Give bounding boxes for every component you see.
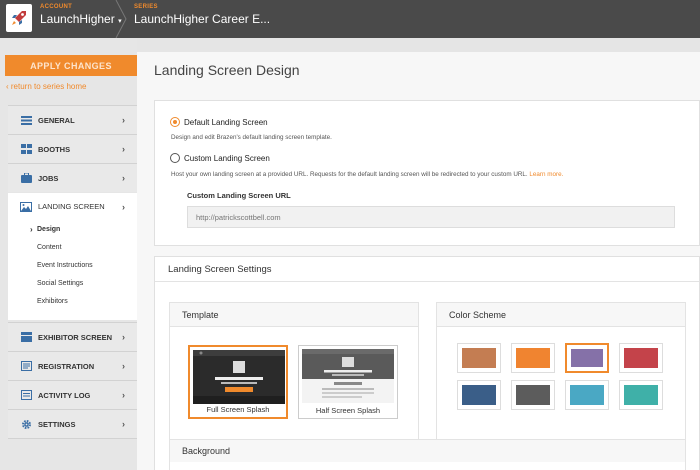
chevron-right-icon: › — [122, 201, 125, 212]
settings-heading: Landing Screen Settings — [168, 264, 272, 275]
chevron-right-icon: › — [122, 332, 125, 342]
sidebar-item-booths[interactable]: BOOTHS › — [8, 134, 137, 163]
chevron-right-icon: › — [122, 419, 125, 429]
sidebar-item-landing-screen[interactable]: LANDING SCREEN › — [8, 193, 137, 220]
color-swatch[interactable] — [619, 380, 663, 410]
default-landing-radio[interactable] — [170, 117, 180, 127]
subnav-exhibitors[interactable]: Exhibitors — [37, 298, 68, 305]
custom-landing-label: Custom Landing Screen — [184, 153, 270, 163]
background-panel: Background — [169, 439, 686, 470]
top-bar: ACCOUNT LaunchHigher ▾ SERIES LaunchHigh… — [0, 0, 700, 38]
exhibitor-icon — [20, 332, 32, 342]
series-breadcrumb[interactable]: SERIES LaunchHigher Career E... — [134, 4, 270, 26]
color-swatch-fill — [462, 348, 496, 368]
color-scheme-heading: Color Scheme — [437, 303, 685, 327]
landing-screen-icon — [20, 201, 32, 212]
color-swatch-fill — [624, 385, 658, 405]
apply-changes-button[interactable]: APPLY CHANGES — [5, 55, 137, 76]
sidebar-item-label: BOOTHS — [38, 144, 71, 154]
gear-icon — [20, 419, 32, 429]
account-name: LaunchHigher — [40, 12, 115, 26]
landing-type-card: Default Landing Screen Design and edit B… — [154, 100, 700, 246]
template-label: Full Screen Splash — [206, 405, 270, 414]
sidebar-item-activity-log[interactable]: ACTIVITY LOG › — [8, 380, 137, 409]
subnav-event-instructions[interactable]: Event Instructions — [37, 262, 93, 269]
default-landing-option[interactable]: Default Landing Screen — [170, 117, 268, 127]
sidebar-item-label: ACTIVITY LOG — [38, 390, 91, 400]
template-panel: Template Full Screen Splash Half Screen … — [169, 302, 419, 442]
sidebar-item-general[interactable]: GENERAL › — [8, 105, 137, 134]
sidebar-item-exhibitor-screen[interactable]: EXHIBITOR SCREEN › — [8, 322, 137, 351]
color-swatch-fill — [570, 385, 604, 405]
color-swatch[interactable] — [565, 343, 609, 373]
account-label: ACCOUNT — [40, 4, 73, 10]
color-swatch-fill — [571, 349, 603, 367]
chevron-right-icon: › — [122, 361, 125, 371]
custom-landing-desc-text: Host your own landing screen at a provid… — [171, 171, 528, 178]
template-heading: Template — [170, 303, 418, 327]
color-swatch-fill — [516, 348, 550, 368]
template-full-screen-splash[interactable]: Full Screen Splash — [188, 345, 288, 419]
return-to-series-link[interactable]: ‹ return to series home — [6, 82, 86, 91]
background-heading: Background — [170, 440, 685, 462]
page-title: Landing Screen Design — [154, 62, 300, 78]
color-swatch-fill — [624, 348, 658, 368]
activity-log-icon — [20, 390, 32, 400]
sidebar-item-label: EXHIBITOR SCREEN — [38, 332, 113, 342]
account-selector[interactable]: ACCOUNT LaunchHigher ▾ — [40, 4, 122, 26]
learn-more-link[interactable]: Learn more. — [529, 171, 563, 178]
chevron-right-icon: › — [122, 390, 125, 400]
sidebar-item-registration[interactable]: REGISTRATION › — [8, 351, 137, 380]
breadcrumb-separator — [115, 0, 127, 38]
sidebar-item-label: REGISTRATION — [38, 361, 95, 371]
sidebar-item-label: LANDING SCREEN — [38, 202, 105, 211]
sidebar-item-label: SETTINGS — [38, 419, 76, 429]
custom-landing-desc: Host your own landing screen at a provid… — [171, 171, 563, 178]
series-label: SERIES — [134, 4, 158, 10]
color-swatch-fill — [516, 385, 550, 405]
main-content: Landing Screen Design Default Landing Sc… — [137, 52, 700, 470]
chevron-right-icon: › — [122, 115, 125, 125]
sidebar-item-label: GENERAL — [38, 115, 75, 125]
color-swatch[interactable] — [511, 380, 555, 410]
color-swatch[interactable] — [511, 343, 555, 373]
color-swatch[interactable] — [457, 380, 501, 410]
return-label: return to series home — [10, 82, 87, 91]
template-label: Half Screen Splash — [315, 406, 381, 415]
half-screen-thumbnail — [302, 349, 394, 403]
landing-screen-subnav: Design Content Event Instructions Social… — [8, 220, 137, 320]
color-swatch[interactable] — [457, 343, 501, 373]
chevron-right-icon: › — [122, 144, 125, 154]
custom-url-label: Custom Landing Screen URL — [187, 191, 291, 200]
default-landing-desc: Design and edit Brazen's default landing… — [171, 134, 332, 141]
default-landing-label: Default Landing Screen — [184, 117, 268, 127]
color-scheme-panel: Color Scheme — [436, 302, 686, 442]
template-half-screen-splash[interactable]: Half Screen Splash — [298, 345, 398, 419]
rocket-logo-icon[interactable] — [6, 4, 32, 32]
full-screen-thumbnail — [193, 350, 285, 404]
booths-icon — [20, 144, 32, 154]
subnav-content[interactable]: Content — [37, 244, 62, 251]
jobs-icon — [20, 173, 32, 183]
color-swatch[interactable] — [619, 343, 663, 373]
general-icon — [20, 115, 32, 125]
custom-landing-radio[interactable] — [170, 153, 180, 163]
subnav-social-settings[interactable]: Social Settings — [37, 280, 83, 287]
sidebar-item-jobs[interactable]: JOBS › — [8, 163, 137, 192]
subnav-design[interactable]: Design — [30, 225, 60, 234]
landing-settings-card: Landing Screen Settings Template Full Sc… — [154, 256, 700, 470]
custom-url-input[interactable] — [187, 206, 675, 228]
registration-icon — [20, 361, 32, 371]
color-swatch-fill — [462, 385, 496, 405]
custom-landing-option[interactable]: Custom Landing Screen — [170, 153, 270, 163]
chevron-right-icon: › — [122, 173, 125, 183]
color-swatch[interactable] — [565, 380, 609, 410]
sidebar-item-label: JOBS — [38, 173, 59, 183]
sidebar-item-settings[interactable]: SETTINGS › — [8, 409, 137, 439]
series-name: LaunchHigher Career E... — [134, 12, 271, 26]
